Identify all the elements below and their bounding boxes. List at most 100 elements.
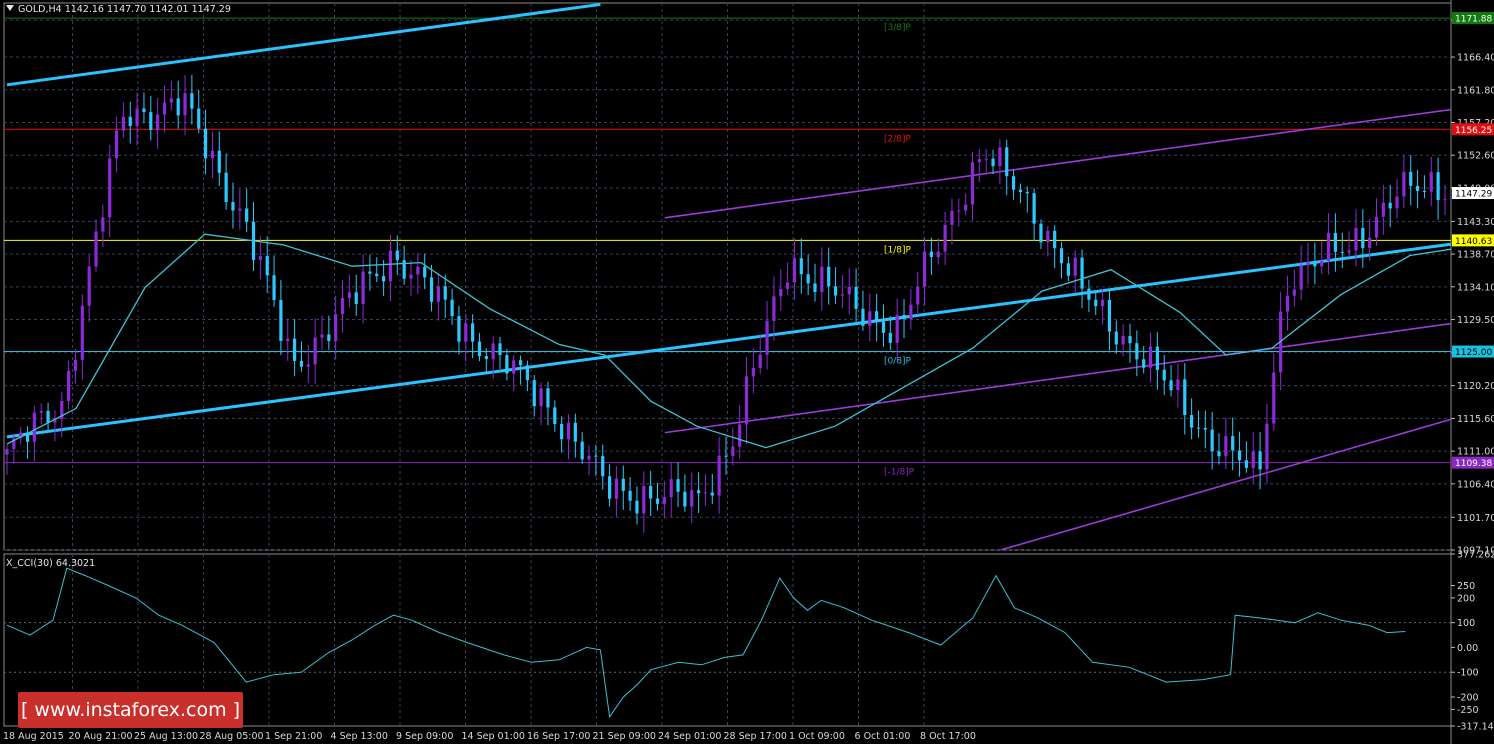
candle-body [423,266,427,278]
candle-body [977,159,981,163]
cci-tick-label: 377.2625 [1457,550,1494,561]
candle-body [1224,436,1228,457]
candle-body [1094,299,1098,307]
candle-body [1080,257,1084,289]
candle-body [957,210,961,212]
candle-body [101,217,105,232]
instaforex-watermark[interactable]: [ www.instaforex.com ] [18,692,243,728]
candle-body [258,256,262,260]
candle-body [827,266,831,287]
candle-body [436,286,440,302]
candle-body [1313,262,1317,267]
candle-body [1100,299,1105,307]
candle-body [991,158,995,167]
candle-body [416,266,420,275]
candle-body [929,251,934,258]
trend-line [6,3,601,87]
candle-body [361,271,365,305]
candle-body [984,158,988,160]
candle-body [861,308,865,326]
price-tick-label: 1143.30 [1457,217,1494,228]
candle-body [1005,147,1009,177]
candle-body [1210,429,1214,452]
candle-body [799,258,803,275]
candle-body [149,112,153,131]
time-axis-label: 24 Sep 01:00 [658,731,721,742]
price-tick-label: 1115.60 [1457,414,1494,425]
candle-body [457,316,461,342]
candle-body [1272,372,1276,424]
collapse-icon[interactable] [6,5,14,11]
candle-body [1422,190,1427,192]
candle-body [334,314,338,341]
candle-body [813,283,817,293]
candle-body [560,424,564,440]
candle-body [1429,172,1433,192]
cci-tick-label: 200 [1457,593,1475,604]
candle-body [724,455,728,457]
candle-body [1142,359,1146,368]
candle-body [1374,216,1379,238]
candle-body [738,424,742,447]
cci-tick-label: -100 [1457,668,1479,679]
candle-body [532,380,536,407]
price-chart[interactable]: 1171.601166.401161.801157.201152.601148.… [0,0,1494,744]
cci-tick-label: 100 [1457,618,1475,629]
trend-line [6,242,1451,439]
candle-body [1059,248,1064,264]
candle-body [1190,414,1194,428]
candle-body [1237,450,1242,461]
candle-body [573,422,577,442]
candle-body [121,116,126,131]
candle-body [176,98,180,116]
time-axis-label: 16 Sep 17:00 [527,731,590,742]
candle-body [429,277,434,302]
candle-body [621,478,625,491]
candle-body [950,210,954,225]
candle-body [450,299,454,317]
price-tick-label: 1134.10 [1457,282,1494,293]
candle-body [970,162,975,205]
level-price-label: 1125.00 [1455,348,1492,358]
candle-body [525,365,530,381]
candle-body [1409,171,1413,186]
candle-body [566,422,571,440]
candle-body [1025,191,1029,194]
candle-body [114,130,119,159]
price-tick-label: 1111.00 [1457,447,1494,458]
candle-body [1306,262,1310,266]
candle-body [498,343,502,356]
candle-body [820,266,824,293]
candle-body [286,338,290,342]
candle-body [751,367,755,377]
price-tick-label: 1129.50 [1457,315,1494,326]
price-tick-label: 1161.80 [1457,85,1494,96]
level-price-label: 1140.63 [1455,237,1492,247]
candle-body [320,334,324,338]
time-axis-label: 14 Sep 01:00 [462,731,525,742]
time-axis-label: 28 Sep 17:00 [724,731,787,742]
price-tick-label: 1138.70 [1457,250,1494,261]
ohlc-readout: 1142.16 1147.70 1142.01 1147.29 [64,4,231,15]
candle-body [272,275,276,301]
time-axis-label: 18 Aug 2015 [3,731,64,742]
cci-tick-label: -317.1439 [1457,722,1494,733]
time-axis-label: 4 Sep 13:00 [331,731,388,742]
candle-body [39,410,43,413]
candle-body [245,208,249,222]
candle-body [1471,208,1474,212]
candle-body [806,274,810,284]
candle-body [765,320,769,355]
price-tick-label: 1166.40 [1457,53,1494,64]
candle-body [108,158,112,218]
candle-body [649,485,653,499]
last-price-label: 1147.29 [1455,189,1492,199]
candle-body [87,266,91,306]
candle-body [1203,428,1207,430]
time-axis-label: 21 Sep 09:00 [593,731,656,742]
candle-body [1265,423,1269,470]
candle-body [1361,228,1365,248]
candle-body [375,273,379,277]
candle-body [382,276,386,282]
level-price-label: 1171.88 [1455,15,1492,25]
